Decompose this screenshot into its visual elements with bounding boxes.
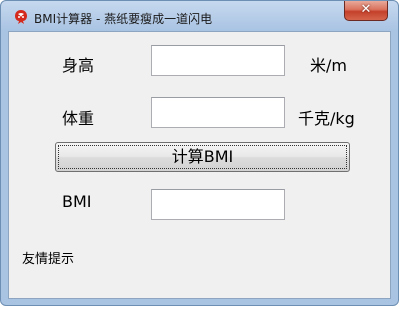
app-window: BMI计算器 - 燕纸要瘦成一道闪电 ✕ 身高 米/m 体重 千克/kg 计算B… <box>0 0 399 306</box>
height-input[interactable] <box>151 45 285 76</box>
close-button[interactable]: ✕ <box>344 1 388 21</box>
height-unit-label: 米/m <box>310 56 347 75</box>
weight-label: 体重 <box>62 109 95 128</box>
bmi-label: BMI <box>62 192 92 211</box>
title-bar[interactable]: BMI计算器 - 燕纸要瘦成一道闪电 ✕ <box>1 1 398 31</box>
friendly-tip-link[interactable]: 友情提示 <box>22 248 74 267</box>
close-icon: ✕ <box>360 2 372 17</box>
window-title: BMI计算器 - 燕纸要瘦成一道闪电 <box>34 12 213 26</box>
weight-input[interactable] <box>151 97 285 128</box>
dragon-app-icon <box>13 9 29 25</box>
calculate-bmi-button[interactable]: 计算BMI <box>55 142 350 172</box>
bmi-result-field[interactable] <box>151 189 285 220</box>
weight-unit-label: 千克/kg <box>298 109 355 128</box>
height-label: 身高 <box>62 56 95 75</box>
client-area: 身高 米/m 体重 千克/kg 计算BMI BMI 友情提示 <box>8 31 391 299</box>
